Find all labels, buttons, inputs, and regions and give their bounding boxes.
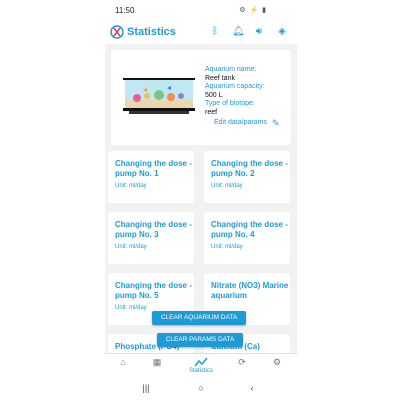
status-icons: ⚙ ⚡ ▮ [239,7,267,14]
aquarium-image [123,78,195,114]
sync-icon[interactable]: ⟳ [230,357,254,368]
home-icon[interactable]: ⌂ [111,357,135,367]
tile-title: Changing the dose - pump No. 3 [115,220,192,239]
aquarium-capacity-label: Aquarium capacity: [205,83,265,90]
bell-icon[interactable]: 🔔︎ [232,26,245,38]
aquarium-card: Aquarium name: Reef tank Aquarium capaci… [111,50,291,145]
clear-aquarium-data-button[interactable]: CLEAR AQUARIUM DATA [152,311,246,325]
recent-apps-icon[interactable]: ||| [139,383,153,393]
tile-title: Nitrate (NO3) Marine aquarium [211,281,289,300]
system-nav-bar: ||| ○ ‹ [105,378,297,400]
nav-label-statistics[interactable]: Statistics [183,368,219,374]
speaker-icon[interactable]: 🔊︎ [253,26,265,38]
tile-unit: Unit: ml/day [211,183,243,189]
aquarium-name-label: Aquarium name: [205,66,257,73]
aquarium-name-value: Reef tank [205,74,235,82]
tile-unit: Unit: ml/day [115,244,147,250]
tile-pump-3[interactable]: Changing the dose - pump No. 3 Unit: ml/… [108,212,194,264]
app-logo-icon [110,25,124,39]
biotope-value: reef [205,108,218,116]
tile-title: Changing the dose - pump No. 5 [115,281,192,300]
aquarium-info: Aquarium name: Reef tank Aquarium capaci… [205,66,265,117]
edit-data-link[interactable]: Edit data/params [214,119,267,126]
fill-bucket-icon[interactable]: ◈ [276,26,288,38]
calendar-icon[interactable]: ▦ [145,357,169,368]
tile-title: Changing the dose - pump No. 4 [211,220,288,239]
bluetooth-icon[interactable]: ᛒ [209,26,221,38]
page-title: Statistics [127,26,176,38]
tile-pump-2[interactable]: Changing the dose - pump No. 2 Unit: ml/… [204,151,290,203]
back-icon[interactable]: ‹ [245,383,259,393]
tile-title: Changing the dose - pump No. 2 [211,159,288,178]
tile-title: Changing the dose - pump No. 1 [115,159,192,178]
status-time: 11:50 [115,6,135,15]
chart-icon[interactable] [194,356,208,368]
home-button-icon[interactable]: ○ [194,383,208,393]
tile-unit: Unit: ml/day [115,305,147,311]
edit-icon[interactable]: ✎ [272,118,280,129]
tile-unit: Unit: ml/day [115,183,147,189]
app-bar: Statistics ᛒ 🔔︎ 🔊︎ ◈ [105,22,297,44]
biotope-label: Type of biotope: [205,100,255,107]
bottom-nav: ⌂ ▦ Statistics ⟳ ⚙ [105,353,297,378]
tile-pump-1[interactable]: Changing the dose - pump No. 1 Unit: ml/… [108,151,194,203]
tile-unit: Unit: ml/day [211,244,243,250]
clear-params-data-button[interactable]: CLEAR PARAMS DATA [157,333,243,347]
phone-screen: 11:50 ⚙ ⚡ ▮ Statistics ᛒ 🔔︎ 🔊︎ ◈ Aquariu… [105,0,297,400]
tile-pump-4[interactable]: Changing the dose - pump No. 4 Unit: ml/… [204,212,290,264]
status-bar: 11:50 ⚙ ⚡ ▮ [105,0,297,22]
gear-icon[interactable]: ⚙ [265,357,289,368]
aquarium-capacity-value: 500 L [205,91,223,99]
